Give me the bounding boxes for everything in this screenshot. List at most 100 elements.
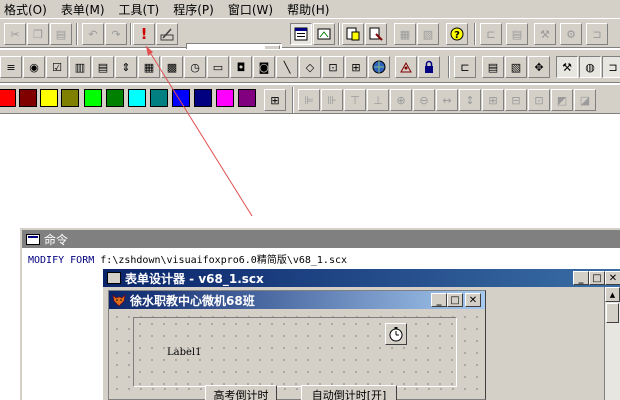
form-icon[interactable] (290, 23, 312, 45)
close-icon[interactable]: ✕ (605, 271, 620, 285)
color-swatch-maroon[interactable] (19, 89, 37, 107)
color-swatch-red[interactable] (0, 89, 16, 107)
gear-icon[interactable]: ⚙ (560, 23, 582, 45)
image-tool-icon[interactable]: ▩ (161, 56, 183, 78)
color-swatch-green[interactable] (106, 89, 124, 107)
timer-tool-icon[interactable]: ◷ (184, 56, 206, 78)
line-tool-icon[interactable]: ╲ (276, 56, 298, 78)
same-width-icon[interactable]: ↔ (436, 89, 458, 111)
command-window-titlebar[interactable]: 命令 (22, 230, 620, 248)
separator-tool-icon[interactable]: ⊞ (345, 56, 367, 78)
layout-right-icon[interactable]: ⊐ (586, 23, 608, 45)
center-horizontal-icon[interactable]: ⊟ (505, 89, 527, 111)
color-swatch-purple[interactable] (238, 89, 256, 107)
color-swatch-lime[interactable] (84, 89, 102, 107)
menu-format[interactable]: 格式(O) (4, 1, 47, 18)
command-keyword-form: FORM (70, 255, 95, 266)
builder-icon[interactable]: ▧ (417, 23, 439, 45)
auto-countdown-button[interactable]: 自动倒计时[开] (301, 385, 397, 400)
scroll-thumb[interactable] (606, 303, 619, 323)
bring-front-icon[interactable]: ◩ (551, 89, 573, 111)
vertical-scrollbar[interactable]: ▲ (604, 287, 620, 400)
paste-icon[interactable]: ▤ (50, 23, 72, 45)
label1-control[interactable]: Label1 (167, 347, 201, 358)
hyperlink-tool-icon[interactable] (368, 56, 390, 78)
ole-bound-tool-icon[interactable]: ◙ (253, 56, 275, 78)
menu-form[interactable]: 表单(M) (61, 1, 105, 18)
tools-icon[interactable]: ⚒ (534, 23, 556, 45)
checkbox-tool-icon[interactable]: ☑ (46, 56, 68, 78)
designed-form-title: 徐水职教中心微机68班 (130, 293, 255, 308)
color-swatch-yellow[interactable] (40, 89, 58, 107)
send-back-icon[interactable]: ◪ (574, 89, 596, 111)
run-icon[interactable]: ! (133, 23, 155, 45)
spinner-tool-icon[interactable]: ⇕ (115, 56, 137, 78)
listbox-tool-icon[interactable]: ≡ (0, 56, 22, 78)
color-swatch-teal[interactable] (150, 89, 168, 107)
listbox2-tool-icon[interactable]: ▤ (92, 56, 114, 78)
cut-icon[interactable]: ✂ (4, 23, 26, 45)
menu-window[interactable]: 窗口(W) (228, 1, 273, 18)
same-height-icon[interactable]: ↕ (459, 89, 481, 111)
redo-icon[interactable]: ↷ (105, 23, 127, 45)
color-swatch-navy[interactable] (194, 89, 212, 107)
form-designer-titlebar[interactable]: 表单设计器 - v68_1.scx (103, 269, 620, 287)
color-swatch-olive[interactable] (61, 89, 79, 107)
menubar: 格式(O) 表单(M) 工具(T) 程序(P) 窗口(W) 帮助(H) (0, 0, 620, 18)
menu-program[interactable]: 程序(P) (173, 1, 214, 18)
pageframe-tool-icon[interactable]: ▭ (207, 56, 229, 78)
lock-icon[interactable] (418, 56, 440, 78)
data-env-icon[interactable] (342, 23, 364, 45)
designed-form-titlebar[interactable]: 徐水职教中心微机68班 (109, 291, 485, 309)
more-colors-icon[interactable]: ⊞ (264, 89, 286, 111)
undo-icon[interactable]: ↶ (82, 23, 104, 45)
help-icon[interactable]: ? (446, 23, 468, 45)
menu-help[interactable]: 帮助(H) (287, 1, 329, 18)
same-size-icon[interactable]: ⊞ (482, 89, 504, 111)
align-bottom-icon[interactable]: ⊥ (367, 89, 389, 111)
timer-control-icon[interactable] (385, 323, 407, 345)
minimize-icon[interactable]: _ (573, 271, 589, 285)
scroll-up-icon[interactable]: ▲ (605, 287, 620, 302)
center-vertical-icon[interactable]: ⊡ (528, 89, 550, 111)
align-left-icon[interactable]: ⊫ (298, 89, 320, 111)
layout-icon[interactable]: ⊐ (602, 56, 620, 78)
form-menu-icon[interactable]: ▤ (482, 56, 504, 78)
grid-tool-icon[interactable]: ▦ (138, 56, 160, 78)
ole-container-tool-icon[interactable]: ◘ (230, 56, 252, 78)
gaokao-countdown-button[interactable]: 高考倒计时 (205, 385, 277, 400)
align-vcenter-icon[interactable]: ⊕ (390, 89, 412, 111)
form-close-icon[interactable]: ✕ (465, 293, 481, 307)
properties-icon[interactable] (365, 23, 387, 45)
align-top-icon[interactable]: ⊤ (344, 89, 366, 111)
builder-lock-icon[interactable] (395, 56, 417, 78)
designed-form[interactable]: 徐水职教中心微机68班 _ □ ✕ Label1 高考倒计时 自动倒计时[开] (108, 290, 486, 400)
color-palette-icon[interactable]: ◍ (579, 56, 601, 78)
code-icon[interactable]: ▦ (394, 23, 416, 45)
form-minimize-icon[interactable]: _ (431, 293, 447, 307)
container-tool-icon[interactable]: ⊡ (322, 56, 344, 78)
layout-left-icon[interactable]: ⊏ (480, 23, 502, 45)
shape-tool-icon[interactable]: ◇ (299, 56, 321, 78)
maximize-icon[interactable]: □ (589, 271, 605, 285)
command-path: f:\zshdown\visuaifoxpro6.0精简版\v68_1.scx (100, 255, 348, 266)
color-swatch-magenta[interactable] (216, 89, 234, 107)
layout-toolbar-icon[interactable]: ⊏ (454, 56, 476, 78)
form-maximize-icon[interactable]: □ (447, 293, 463, 307)
command-line[interactable]: MODIFY FORM f:\zshdown\visuaifoxpro6.0精简… (22, 248, 620, 269)
page-icon[interactable]: ▧ (505, 56, 527, 78)
align-right-icon[interactable]: ⊪ (321, 89, 343, 111)
menu-tools[interactable]: 工具(T) (119, 1, 160, 18)
option-group-tool-icon[interactable]: ◉ (23, 56, 45, 78)
modify-icon[interactable] (156, 23, 178, 45)
arrows-icon[interactable]: ✥ (528, 56, 550, 78)
combobox-tool-icon[interactable]: ▥ (69, 56, 91, 78)
color-swatch-cyan[interactable] (128, 89, 146, 107)
tools-icon[interactable]: ⚒ (556, 56, 578, 78)
toolbar-separator (448, 56, 450, 78)
align-hcenter-icon[interactable]: ⊖ (413, 89, 435, 111)
layout-menu-icon[interactable]: ▤ (506, 23, 528, 45)
color-swatch-blue[interactable] (172, 89, 190, 107)
copy-icon[interactable]: ❐ (27, 23, 49, 45)
form-wizard-icon[interactable] (313, 23, 335, 45)
